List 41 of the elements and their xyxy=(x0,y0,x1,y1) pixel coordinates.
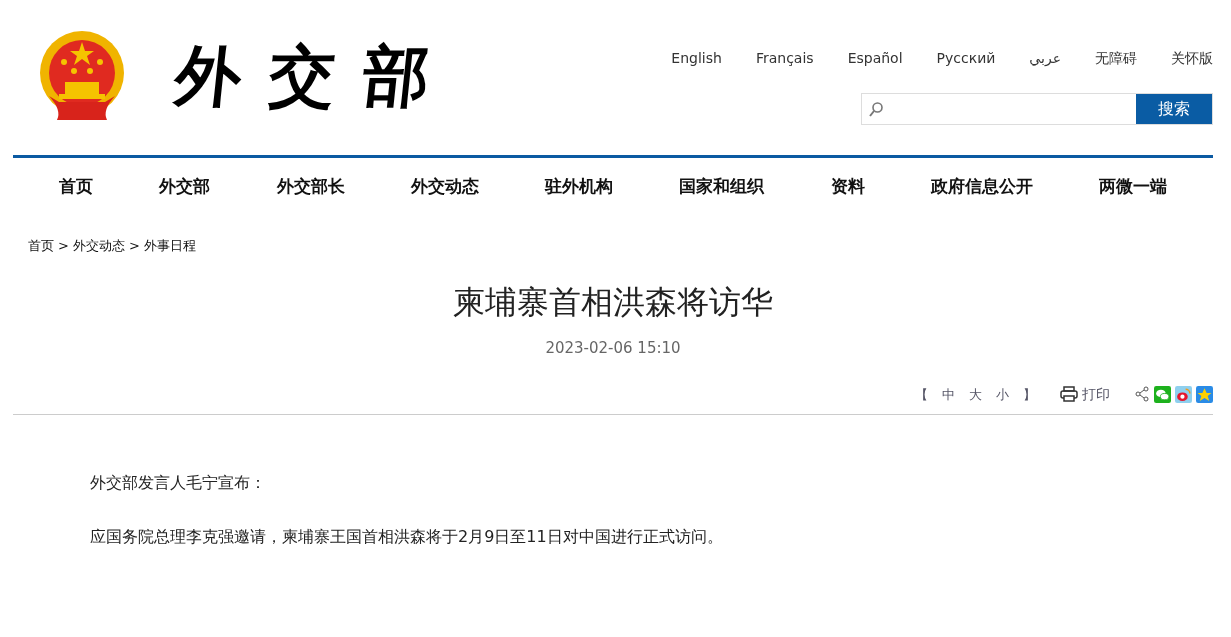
breadcrumb-separator: > xyxy=(58,236,69,255)
bracket-mark: 【 xyxy=(915,385,928,404)
search-button[interactable]: 搜索 xyxy=(1136,94,1212,124)
nav-link[interactable]: 驻外机构 xyxy=(545,174,613,200)
share-icon[interactable] xyxy=(1134,386,1150,403)
chat-bubbles-icon[interactable] xyxy=(1154,385,1171,403)
font-size-link[interactable]: 大 xyxy=(969,384,982,405)
nav-link[interactable]: 外交部长 xyxy=(276,174,345,200)
publish-date: 2023-02-06 15:10 xyxy=(544,338,682,360)
language-link[interactable]: English xyxy=(671,48,722,69)
nav-link[interactable]: 两微一端 xyxy=(1099,174,1167,200)
font-size-link[interactable]: 小 xyxy=(996,384,1009,405)
language-link[interactable]: عربي xyxy=(1029,48,1061,69)
print-link[interactable]: 打印 xyxy=(1060,383,1110,405)
article-paragraph: 外交部发言人毛宁宣布： xyxy=(90,471,267,494)
nav-link[interactable]: 政府信息公开 xyxy=(930,174,1033,200)
language-link[interactable]: 关怀版 xyxy=(1171,48,1213,69)
language-link[interactable]: Français xyxy=(755,48,814,69)
breadcrumb-link[interactable]: 首页 xyxy=(28,235,54,255)
article-paragraph: 应国务院总理李克强邀请，柬埔寨王国首相洪森将于2月9日至11日对中国进行正式访问。 xyxy=(90,525,724,548)
nav-link[interactable]: 国家和组织 xyxy=(679,174,765,200)
ministry-logo-text: 外交部 xyxy=(171,43,461,109)
national-emblem-icon xyxy=(37,30,127,122)
article-title: 柬埔寨首相洪森将访华 xyxy=(452,283,774,322)
language-link[interactable]: Русский xyxy=(936,48,996,69)
nav-link[interactable]: 资料 xyxy=(830,174,865,200)
nav-link[interactable]: 外交部 xyxy=(159,174,211,200)
language-link[interactable]: 无障碍 xyxy=(1095,48,1137,69)
nav-link[interactable]: 首页 xyxy=(59,174,93,200)
search-icon xyxy=(868,101,884,117)
eye-logo-icon[interactable] xyxy=(1175,385,1192,403)
language-link[interactable]: Español xyxy=(847,48,903,69)
breadcrumb-link[interactable]: 外交动态 xyxy=(72,235,125,255)
search-field[interactable]: 搜索 xyxy=(861,93,1213,125)
printer-icon xyxy=(1060,386,1078,403)
nav-link[interactable]: 外交动态 xyxy=(410,174,479,200)
font-size-link[interactable]: 中 xyxy=(942,384,955,405)
breadcrumb-separator: > xyxy=(128,236,140,255)
bracket-mark: 】 xyxy=(1023,385,1036,404)
breadcrumb-link[interactable]: 外事日程 xyxy=(143,235,196,255)
star-icon[interactable] xyxy=(1196,385,1213,403)
